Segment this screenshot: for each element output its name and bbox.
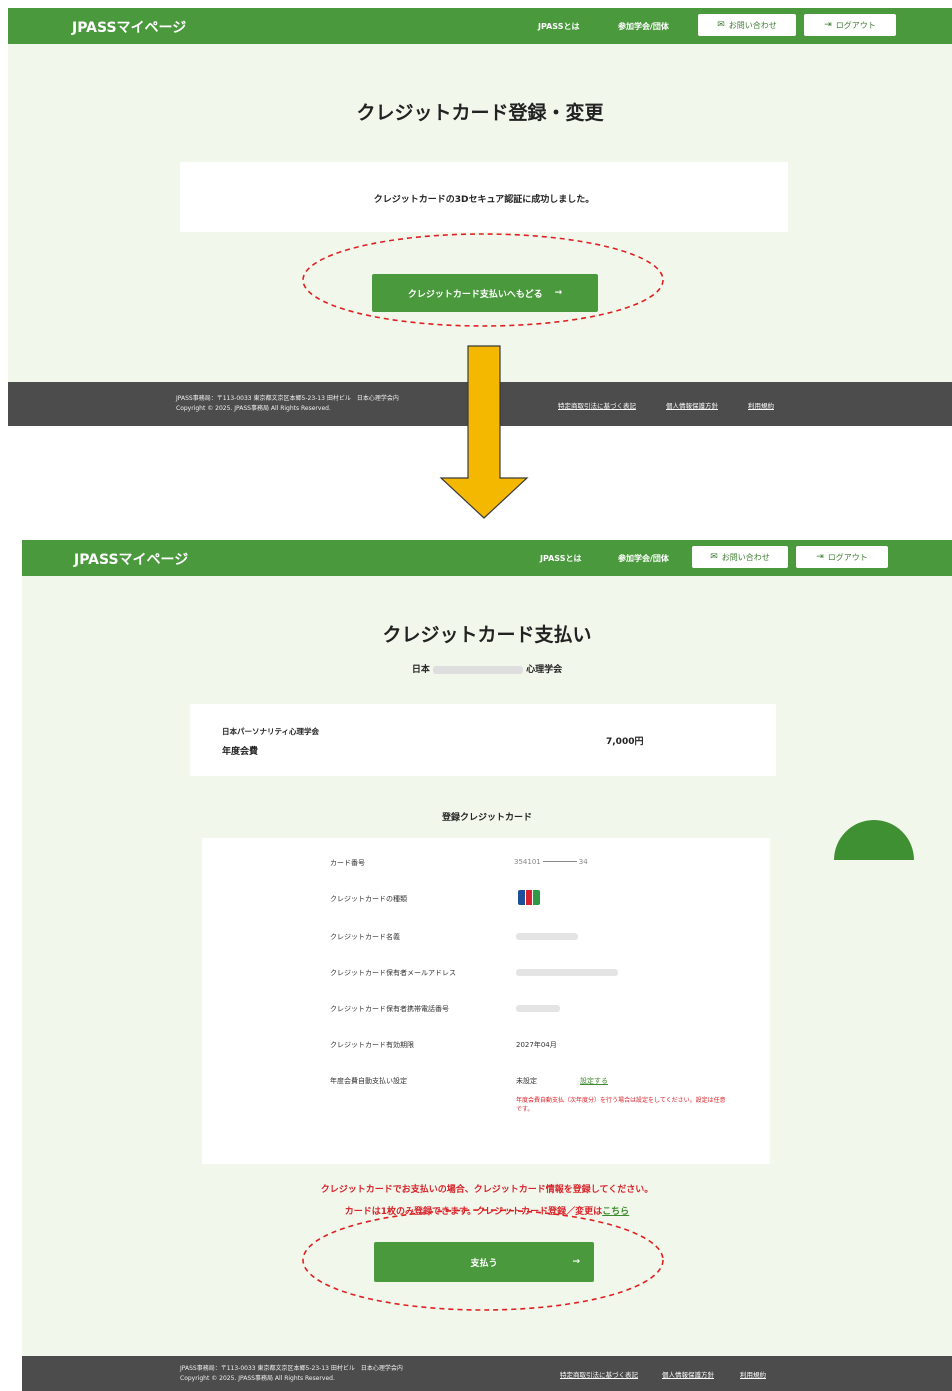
highlight-ellipse-back-button — [302, 233, 664, 327]
highlight-ellipse-pay-button — [302, 1209, 664, 1311]
down-arrow-icon — [439, 345, 529, 519]
annotation-overlay — [302, 233, 664, 1311]
